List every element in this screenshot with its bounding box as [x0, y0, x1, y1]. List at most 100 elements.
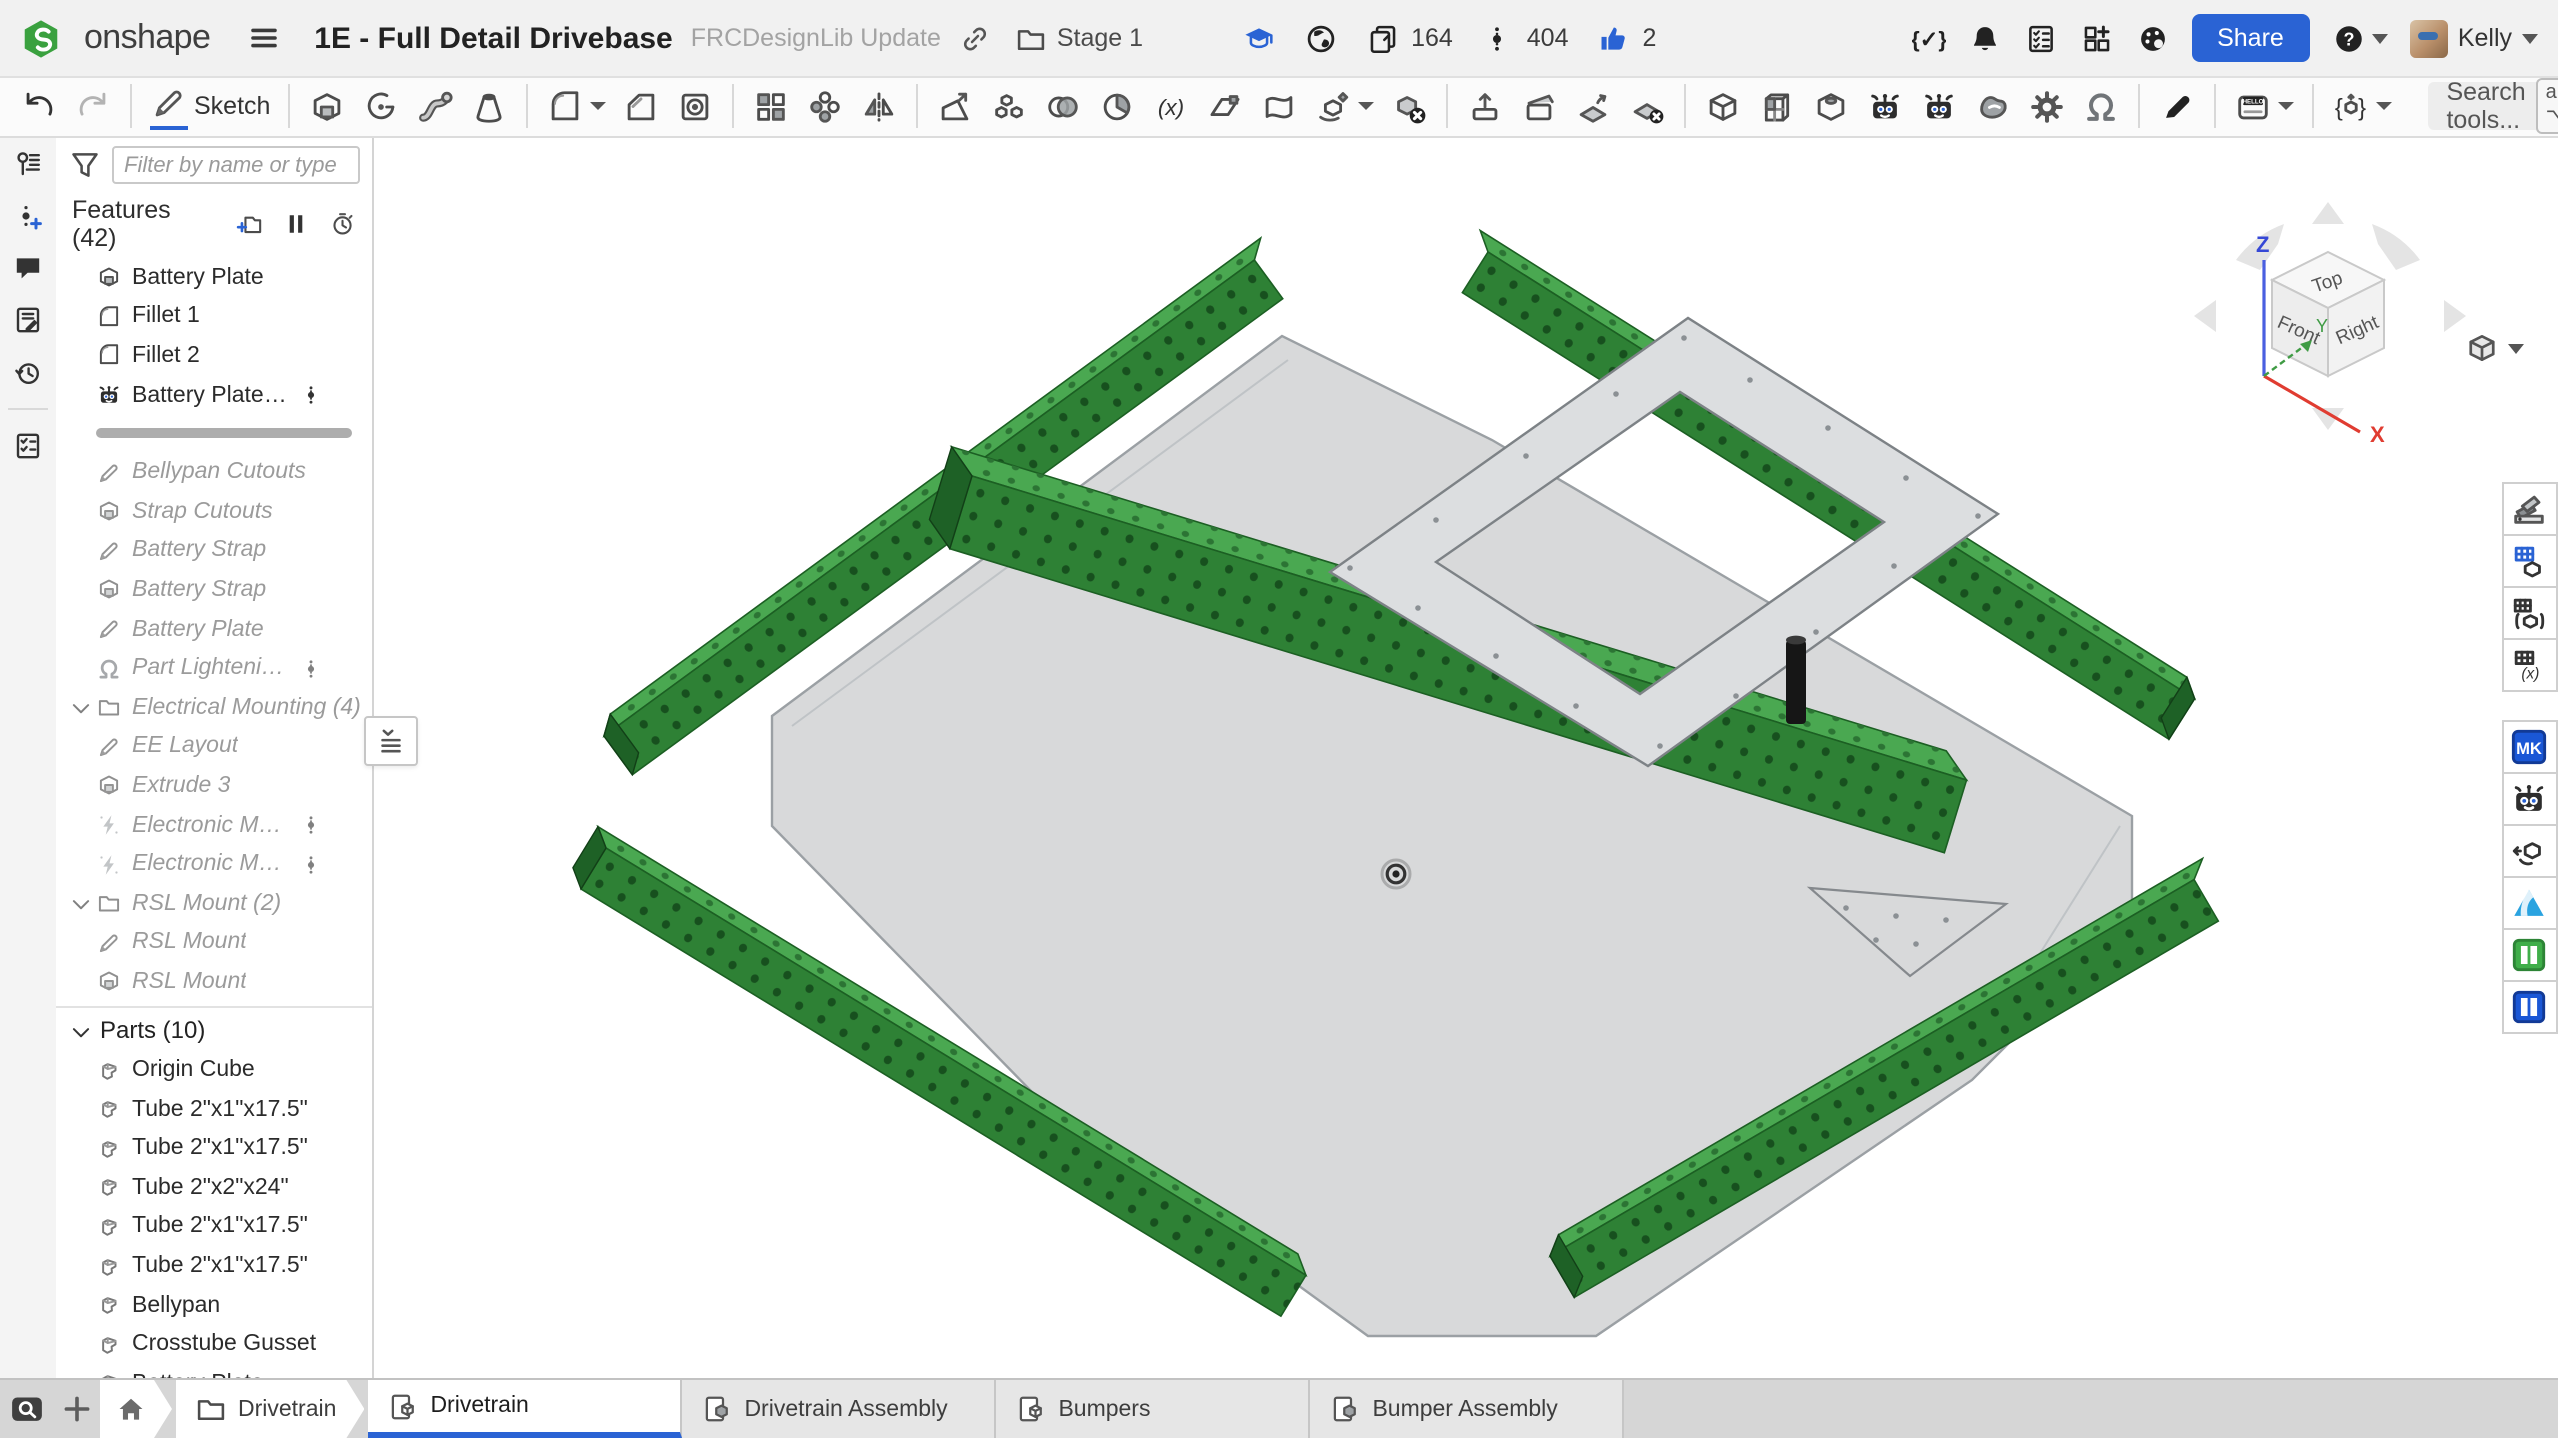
link-icon[interactable] [959, 21, 993, 55]
graphics-viewport[interactable]: TopFrontRightZXY [372, 136, 2500, 1380]
part-row[interactable]: Tube 2"x1"x17.5" [56, 1247, 372, 1286]
apps-grid-button[interactable] [2079, 21, 2113, 55]
feature-row[interactable]: Electronic Mou... [56, 845, 372, 884]
suspend-rebuild-button[interactable] [282, 210, 310, 238]
chamfer-tool-button[interactable] [614, 83, 668, 129]
feature-row[interactable]: Fillet 1 [56, 297, 372, 336]
fillet-tool-button[interactable] [538, 83, 614, 129]
view-cube[interactable]: TopFrontRightZXY [2184, 192, 2484, 454]
bom-table-panel-button[interactable] [2501, 534, 2557, 588]
delete-face-tool-button[interactable] [1620, 83, 1674, 129]
likes-status[interactable]: 2 [1597, 21, 1657, 55]
part-row[interactable]: Origin Cube [56, 1051, 372, 1090]
feature-list-flyout-button[interactable] [364, 716, 418, 766]
model-3d[interactable] [372, 136, 2500, 1380]
add-folder-button[interactable] [236, 210, 264, 238]
feature-row[interactable]: Electronic Mou... [56, 805, 372, 844]
feature-row[interactable]: Bellypan Cutouts [56, 453, 372, 492]
marker-tool-button[interactable] [2150, 83, 2204, 129]
circular-pattern-tool-button[interactable] [798, 83, 852, 129]
feature-row[interactable]: Battery Plate S... [56, 376, 372, 415]
move-face-tool-button[interactable] [1566, 83, 1620, 129]
rollback-bar[interactable] [96, 429, 352, 439]
doc-green-app-button[interactable] [2501, 928, 2557, 982]
feature-row[interactable]: EE Layout [56, 727, 372, 766]
notifications-button[interactable] [1967, 21, 2001, 55]
tab-bumpers[interactable]: Bumpers [996, 1380, 1310, 1438]
undo-tool-button[interactable] [12, 83, 66, 129]
tab-drivetrain-assembly[interactable]: Drivetrain Assembly [682, 1380, 996, 1438]
feature-row[interactable]: Part Lightening... [56, 649, 372, 688]
tab-drivetrain[interactable]: Drivetrain [368, 1380, 682, 1438]
stage-breadcrumb[interactable]: Stage 1 [1057, 24, 1143, 52]
feature-row[interactable]: RSL Mount [56, 923, 372, 962]
chevron-down-icon[interactable] [68, 892, 90, 914]
document-title[interactable]: 1E - Full Detail Drivebase [314, 21, 672, 55]
feature-row[interactable]: Battery Strap [56, 570, 372, 609]
split-tool-button[interactable] [1090, 83, 1144, 129]
tube-hole-tool-button[interactable] [1804, 83, 1858, 129]
feature-row[interactable]: Battery Plate [56, 258, 372, 297]
boolean-tool-button[interactable] [1036, 83, 1090, 129]
block-pattern-tool-button[interactable] [1750, 83, 1804, 129]
comments-rail-button[interactable] [12, 252, 44, 284]
configurations-panel-button[interactable]: (x) [2501, 638, 2557, 692]
drivebase-model[interactable] [372, 136, 2500, 1380]
copies-status[interactable]: 164 [1365, 21, 1453, 55]
feature-script-button[interactable]: {✓} [1911, 21, 1945, 55]
home-tab[interactable] [100, 1380, 172, 1438]
thicken-tool-button[interactable] [1458, 83, 1512, 129]
sweep-tool-button[interactable] [408, 83, 462, 129]
history-rail-button[interactable] [12, 356, 44, 388]
branch-dots-icon[interactable] [298, 655, 320, 681]
robot-feature-tool-button[interactable] [1858, 83, 1912, 129]
add-tab-button[interactable] [52, 1380, 100, 1438]
robot-feature-2-tool-button[interactable] [1912, 83, 1966, 129]
part-lightening-tool-button[interactable] [2074, 83, 2128, 129]
branch-dots-icon[interactable] [298, 851, 320, 877]
variable-tool-button[interactable]: (x) [1144, 83, 1198, 129]
part-export-app-button[interactable] [2501, 824, 2557, 878]
feature-row[interactable]: Battery Strap [56, 531, 372, 570]
search-tabs-button[interactable] [0, 1380, 52, 1438]
delete-part-tool-button[interactable] [1382, 83, 1436, 129]
surface-tool-button[interactable] [1252, 83, 1306, 129]
primitives-tool-button[interactable] [982, 83, 1036, 129]
doc-blue-app-button[interactable] [2501, 980, 2557, 1034]
onshape-logo-icon[interactable] [20, 17, 62, 59]
create-version-rail-button[interactable] [12, 200, 44, 232]
folder-breadcrumb-tab[interactable]: Drivetrain [176, 1380, 364, 1438]
view-options-button[interactable] [2464, 330, 2524, 366]
theme-palette-button[interactable] [2135, 21, 2169, 55]
feature-folder-row[interactable]: RSL Mount (2) [56, 884, 372, 923]
model-round-spacer[interactable] [1786, 636, 1806, 724]
revolve-tool-button[interactable] [354, 83, 408, 129]
branch-dots-icon[interactable] [298, 812, 320, 838]
sketch-tool-button[interactable]: Sketch [142, 78, 278, 134]
workspace-name[interactable]: FRCDesignLib Update [691, 24, 941, 52]
part-row[interactable]: Tube 2"x1"x17.5" [56, 1129, 372, 1168]
document-outline-rail-button[interactable] [12, 148, 44, 180]
gear-feature-tool-button[interactable] [2020, 83, 2074, 129]
feature-row[interactable]: RSL Mount [56, 962, 372, 1001]
draft-tool-button[interactable] [928, 83, 982, 129]
triangle-app-app-button[interactable] [2501, 876, 2557, 930]
follow-doc-rail-button[interactable] [12, 304, 44, 336]
redo-tool-button[interactable] [66, 83, 120, 129]
parts-header-row[interactable]: Parts (10) [56, 1011, 372, 1050]
tab-bumper-assembly[interactable]: Bumper Assembly [1310, 1380, 1624, 1438]
user-menu[interactable]: Kelly [2410, 19, 2538, 57]
robot-app-app-button[interactable] [2501, 772, 2557, 826]
extrude-tool-button[interactable] [300, 83, 354, 129]
versions-status[interactable]: 404 [1481, 21, 1569, 55]
tasks-rail-button[interactable] [12, 430, 44, 462]
hole-tool-button[interactable] [668, 83, 722, 129]
tasks-list-button[interactable] [2023, 21, 2057, 55]
linear-pattern-tool-button[interactable] [744, 83, 798, 129]
mirror-tool-button[interactable] [852, 83, 906, 129]
feature-row[interactable]: Strap Cutouts [56, 492, 372, 531]
feature-row[interactable]: Extrude 3 [56, 766, 372, 805]
part-row[interactable]: Crosstube Gusset [56, 1325, 372, 1364]
cube-primitive-tool-button[interactable] [1696, 83, 1750, 129]
mkcad-app-button[interactable]: MK [2501, 720, 2557, 774]
